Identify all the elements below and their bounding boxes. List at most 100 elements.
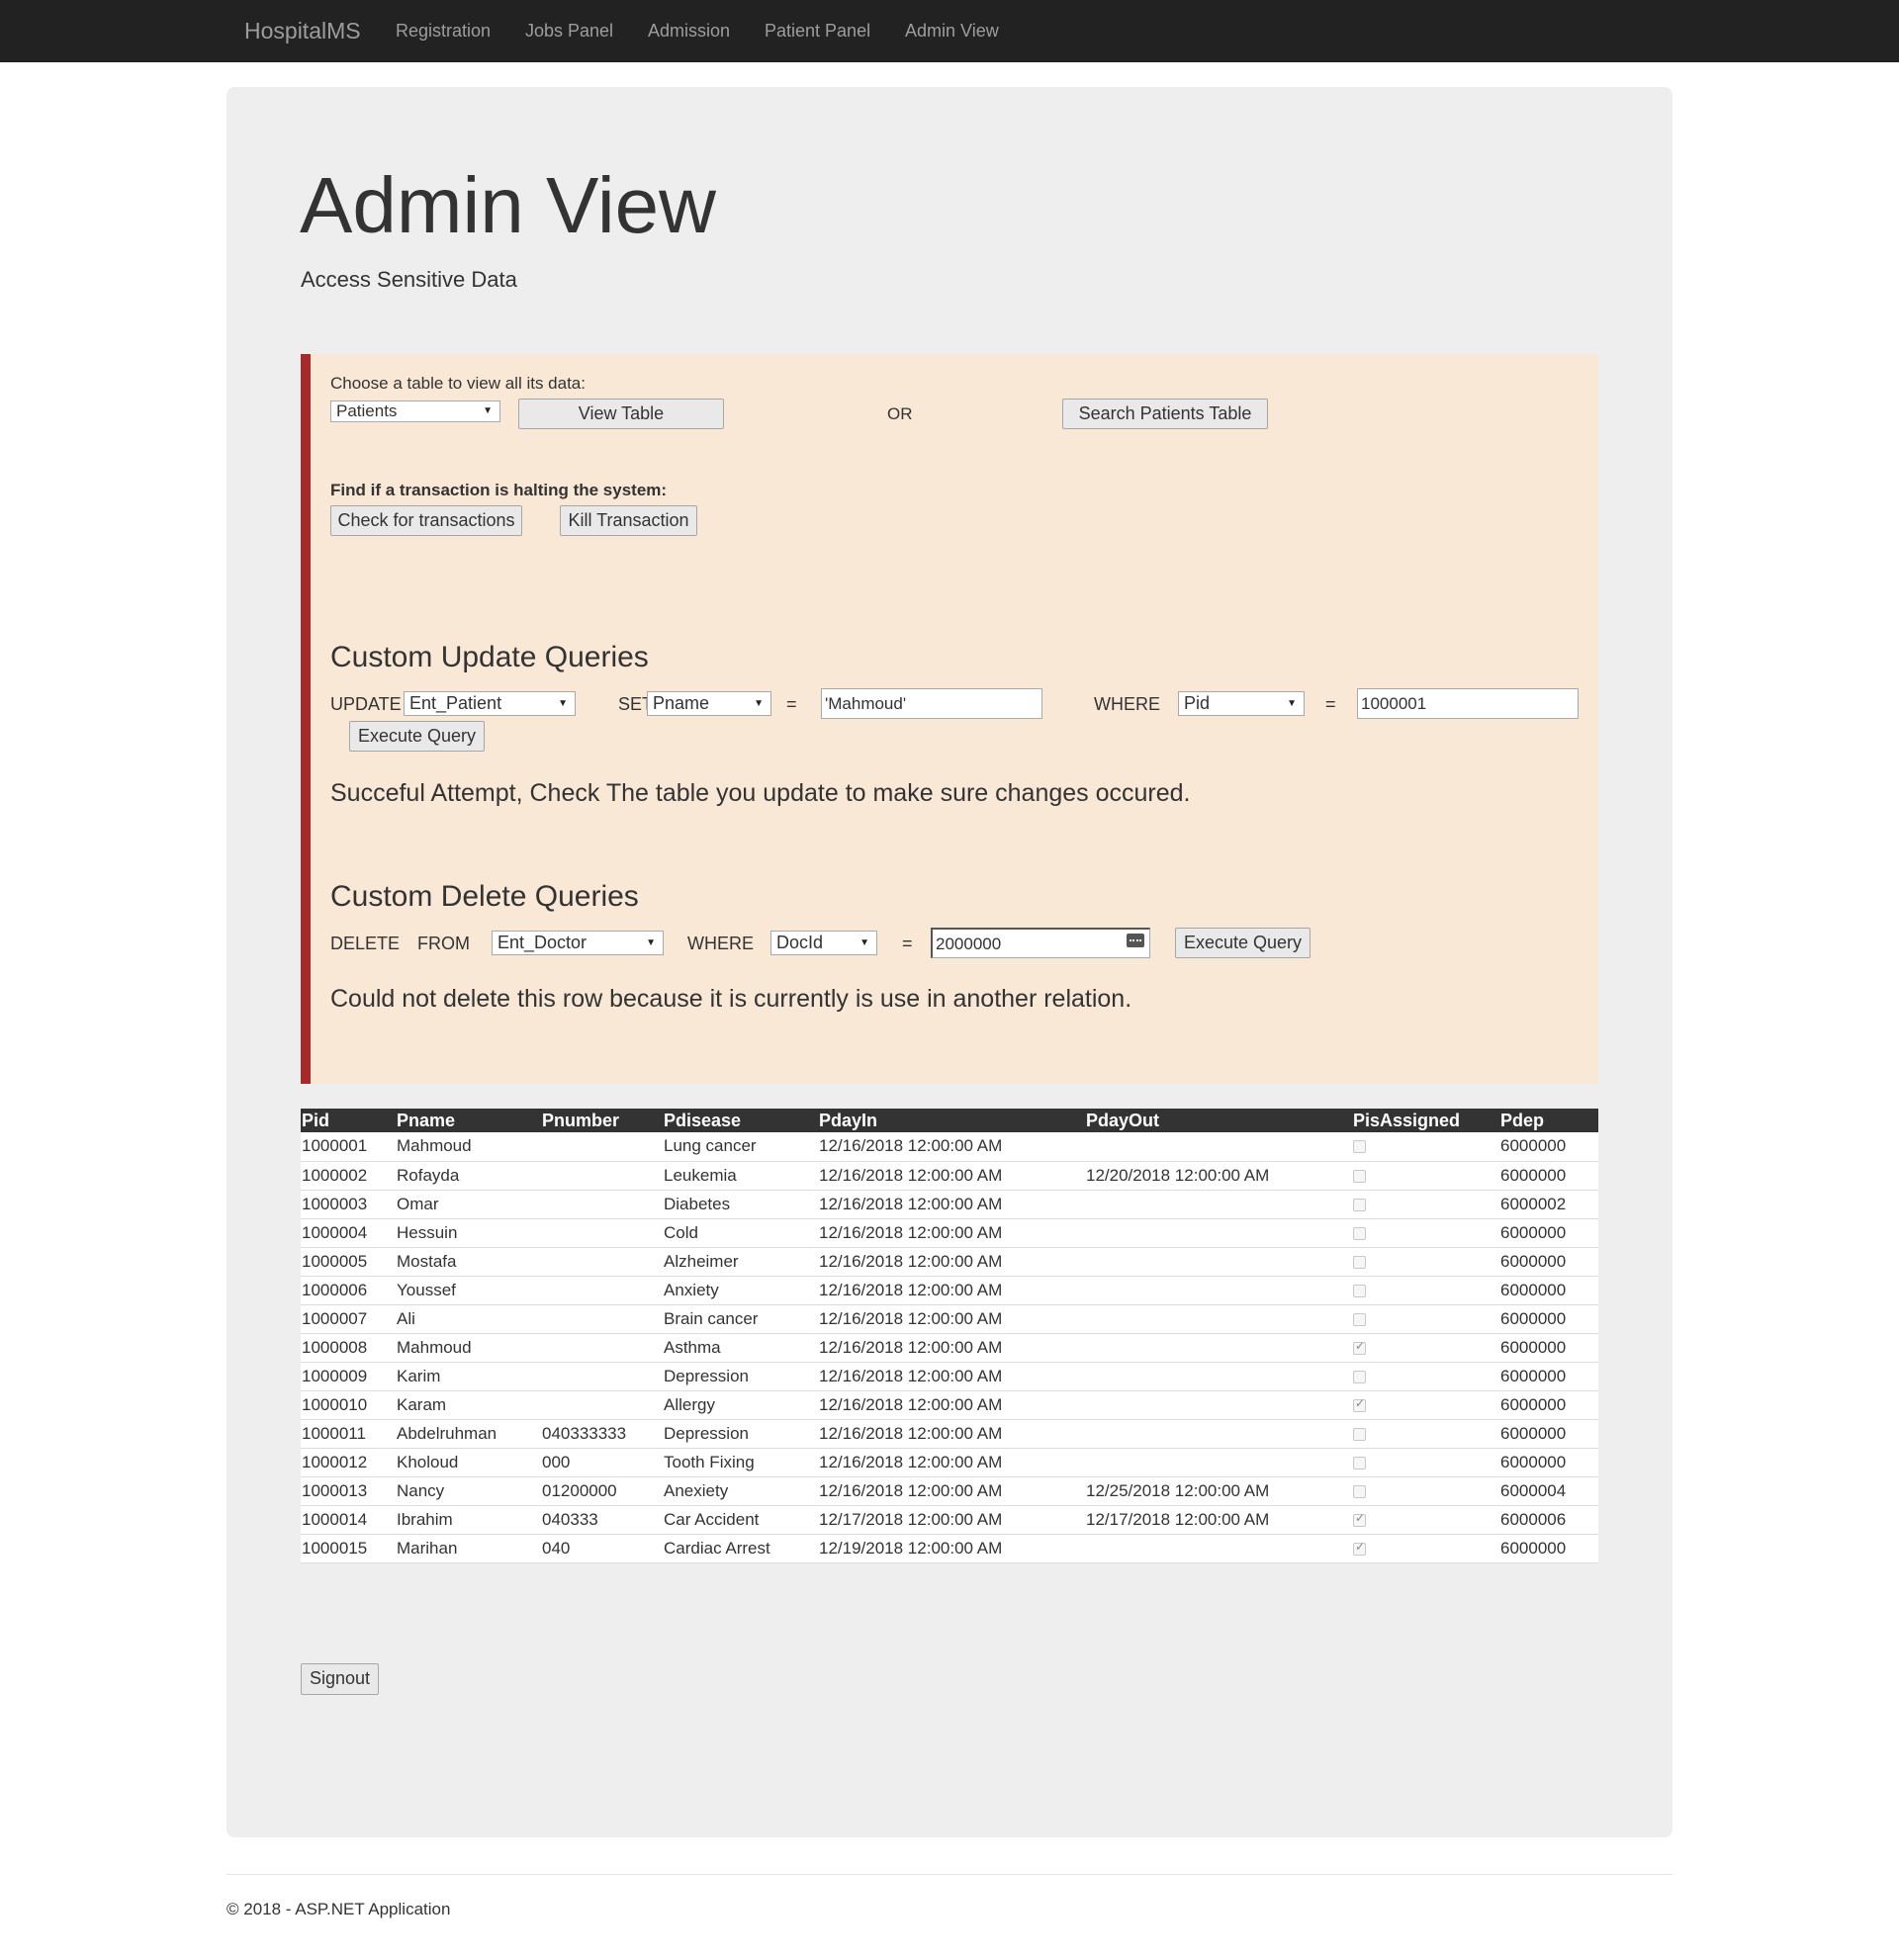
table-row: 1000012 Kholoud 000 Tooth Fixing 12/16/2018 … [301, 1448, 1598, 1477]
cell-pdayin: 12/16/2018 12:00:00 AM [818, 1362, 1085, 1391]
cell-pnumber [541, 1362, 663, 1391]
cell-pid: 1000008 [301, 1333, 396, 1363]
table-row: 1000001 Mahmoud Lung cancer 12/16/2018 12:0… [301, 1132, 1598, 1162]
cell-pname: Hessuin [396, 1218, 541, 1248]
cell-pid: 1000012 [301, 1448, 396, 1477]
cell-pname: Nancy [396, 1476, 541, 1506]
checked-checkbox [1353, 1511, 1366, 1527]
cell-pnumber [541, 1247, 663, 1277]
column-header-pdayin: PdayIn [818, 1109, 1085, 1132]
cell-pname: Youssef [396, 1276, 541, 1305]
table-row: 1000014 Ibrahim 040333 Car Accident 12/17/20… [301, 1505, 1598, 1535]
nav-link-jobs-panel[interactable]: Jobs Panel [525, 21, 613, 42]
checked-checkbox [1353, 1339, 1366, 1355]
update-value-input[interactable]: 'Mahmoud' [821, 688, 1042, 719]
signout-button[interactable]: Signout [301, 1663, 379, 1695]
equals-sign: = [902, 934, 913, 953]
cell-pisassigned [1352, 1276, 1499, 1305]
cell-pdayout: 12/25/2018 12:00:00 AM [1085, 1476, 1352, 1506]
unchecked-checkbox [1353, 1140, 1366, 1154]
delete-keyword: DELETE [330, 934, 401, 953]
cell-pisassigned [1352, 1534, 1499, 1563]
nav-link-patient-panel[interactable]: Patient Panel [765, 21, 870, 42]
cell-pid: 1000006 [301, 1276, 396, 1305]
table-select[interactable]: Patients ▼ [330, 401, 500, 422]
cell-pisassigned [1352, 1190, 1499, 1219]
unchecked-checkbox [1353, 1427, 1366, 1441]
calendar-picker-icon[interactable] [1127, 934, 1144, 947]
cell-pdisease: Diabetes [663, 1190, 818, 1219]
update-column-select[interactable]: Pname ▼ [647, 691, 771, 716]
cell-pdep: 6000000 [1499, 1362, 1598, 1391]
cell-pid: 1000002 [301, 1161, 396, 1191]
cell-pid: 1000014 [301, 1505, 396, 1535]
table-row: 1000011 Abdelruhman 040333333 Depression 12/… [301, 1419, 1598, 1449]
unchecked-checkbox [1353, 1312, 1366, 1326]
cell-pisassigned [1352, 1448, 1499, 1477]
update-keyword: UPDATE [330, 694, 402, 714]
table-row: 1000015 Marihan 040 Cardiac Arrest 12/19/201… [301, 1534, 1598, 1563]
delete-where-value-input[interactable]: 2000000 [931, 928, 1150, 958]
cell-pid: 1000010 [301, 1390, 396, 1420]
cell-pdayout [1085, 1390, 1352, 1420]
update-where-column-select[interactable]: Pid ▼ [1178, 691, 1305, 716]
cell-pdisease: Asthma [663, 1333, 818, 1363]
checked-checkbox [1353, 1396, 1366, 1412]
unchecked-checkbox [1353, 1255, 1366, 1269]
cell-pname: Mahmoud [396, 1333, 541, 1363]
nav-link-admin-view[interactable]: Admin View [905, 21, 999, 42]
column-header-pisassigned: PisAssigned [1352, 1109, 1499, 1132]
transactions-label: Find if a transaction is halting the sys… [330, 481, 668, 499]
unchecked-checkbox [1353, 1169, 1366, 1183]
unchecked-checkbox [1353, 1456, 1366, 1470]
nav-link-registration[interactable]: Registration [396, 21, 491, 42]
check-transactions-button[interactable]: Check for transactions [330, 505, 522, 536]
cell-pdayout [1085, 1333, 1352, 1363]
cell-pdayin: 12/16/2018 12:00:00 AM [818, 1276, 1085, 1305]
cell-pdayout: 12/20/2018 12:00:00 AM [1085, 1161, 1352, 1191]
delete-where-column-select[interactable]: DocId ▼ [770, 931, 877, 955]
cell-pdayout [1085, 1247, 1352, 1277]
cell-pnumber: 040 [541, 1534, 663, 1563]
cell-pdayout [1085, 1276, 1352, 1305]
cell-pdayin: 12/16/2018 12:00:00 AM [818, 1476, 1085, 1506]
cell-pisassigned [1352, 1333, 1499, 1363]
unchecked-checkbox [1353, 1198, 1366, 1211]
brand-link[interactable]: HospitalMS [244, 18, 361, 45]
update-table-select[interactable]: Ent_Patient ▼ [404, 691, 576, 716]
where-keyword: WHERE [1094, 694, 1160, 714]
cell-pdep: 6000002 [1499, 1190, 1598, 1219]
cell-pnumber [541, 1304, 663, 1334]
cell-pdayout: 12/17/2018 12:00:00 AM [1085, 1505, 1352, 1535]
update-where-value-input[interactable]: 1000001 [1357, 688, 1579, 719]
cell-pdayout [1085, 1304, 1352, 1334]
cell-pdisease: Anexiety [663, 1476, 818, 1506]
cell-pnumber [541, 1333, 663, 1363]
delete-queries-heading: Custom Delete Queries [330, 880, 639, 913]
cell-pdisease: Depression [663, 1362, 818, 1391]
column-header-pdisease: Pdisease [663, 1109, 818, 1132]
cell-pisassigned [1352, 1132, 1499, 1162]
cell-pid: 1000005 [301, 1247, 396, 1277]
cell-pname: Kholoud [396, 1448, 541, 1477]
table-header-row: Pid Pname Pnumber Pdisease PdayIn PdayOut PisA… [301, 1109, 1598, 1132]
nav-link-admission[interactable]: Admission [648, 21, 730, 42]
kill-transaction-button[interactable]: Kill Transaction [560, 505, 697, 536]
execute-delete-button[interactable]: Execute Query [1175, 928, 1311, 958]
view-table-button[interactable]: View Table [518, 399, 724, 429]
execute-update-button[interactable]: Execute Query [349, 721, 485, 752]
cell-pname: Ali [396, 1304, 541, 1334]
search-patients-button[interactable]: Search Patients Table [1062, 399, 1268, 429]
delete-table-select[interactable]: Ent_Doctor ▼ [492, 931, 664, 955]
cell-pdisease: Car Accident [663, 1505, 818, 1535]
table-row: 1000007 Ali Brain cancer 12/16/2018 12:00:0… [301, 1304, 1598, 1334]
cell-pid: 1000003 [301, 1190, 396, 1219]
cell-pdayout [1085, 1132, 1352, 1162]
chevron-down-icon: ▼ [1287, 698, 1297, 709]
cell-pisassigned [1352, 1505, 1499, 1535]
checked-checkbox [1353, 1540, 1366, 1556]
where-keyword: WHERE [687, 934, 754, 953]
cell-pdep: 6000004 [1499, 1476, 1598, 1506]
table-row: 1000002 Rofayda Leukemia 12/16/2018 12:00:0… [301, 1161, 1598, 1191]
table-row: 1000013 Nancy 01200000 Anexiety 12/16/2018 1… [301, 1476, 1598, 1506]
